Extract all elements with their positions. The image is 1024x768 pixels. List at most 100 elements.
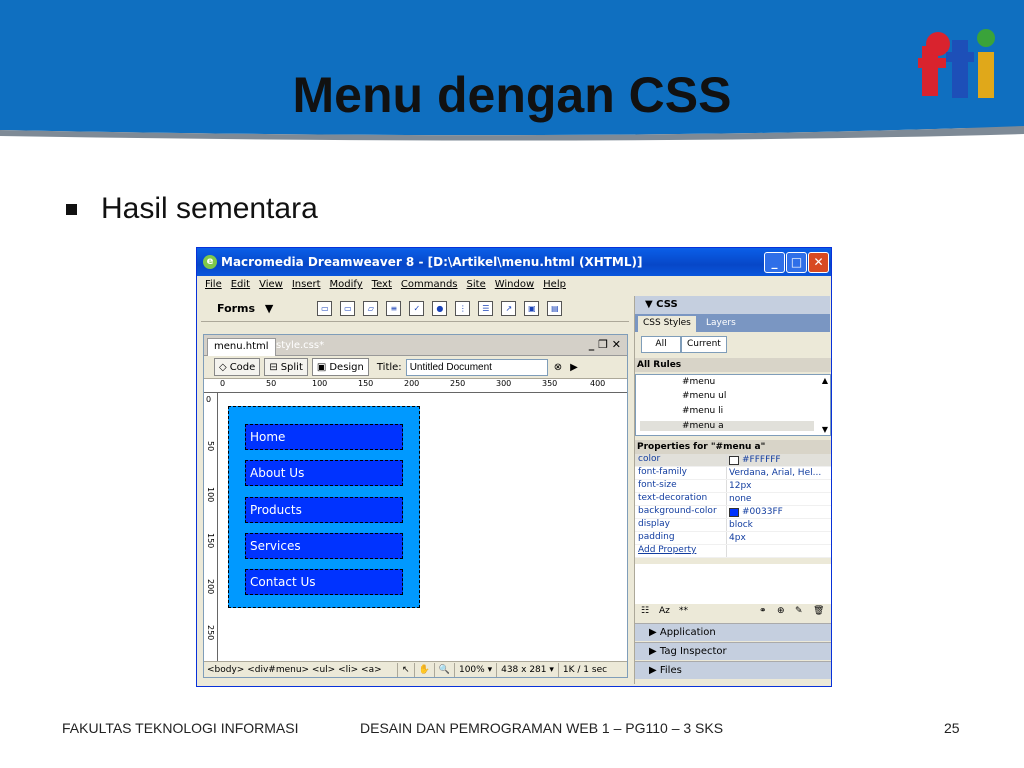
select-tool-icon[interactable]: ↖ bbox=[397, 662, 414, 677]
scroll-down-icon[interactable]: ▼ bbox=[822, 425, 828, 434]
new-css-rule-icon[interactable]: ⊕ bbox=[777, 606, 785, 616]
jump-menu-icon[interactable]: ↗ bbox=[501, 301, 517, 316]
category-view-icon[interactable]: ☷ bbox=[641, 606, 649, 616]
zoom-select[interactable]: 100% ▾ bbox=[453, 662, 496, 677]
preview-icon[interactable]: ▶ bbox=[570, 362, 578, 373]
rule-item-menu-a[interactable]: #menu a bbox=[640, 421, 814, 431]
design-view[interactable]: Home About Us Products Services Contact … bbox=[218, 393, 627, 661]
edit-style-icon[interactable]: ✎ bbox=[795, 606, 803, 616]
maximize-button[interactable]: □ bbox=[786, 252, 807, 273]
radio-group-icon[interactable]: ⋮ bbox=[455, 301, 471, 316]
insert-category-dropdown[interactable]: Forms ▼ bbox=[217, 302, 273, 315]
ruler-mark: 200 bbox=[206, 579, 215, 595]
set-properties-view-icon[interactable]: ** bbox=[679, 606, 688, 616]
css-panel-header[interactable]: ▼ CSS bbox=[635, 296, 830, 314]
hidden-field-icon[interactable]: ▱ bbox=[363, 301, 379, 316]
menu-insert[interactable]: Insert bbox=[292, 279, 321, 290]
rule-item-menu-ul[interactable]: #menu ul bbox=[682, 391, 726, 401]
browser-check-icon[interactable]: ⊗ bbox=[554, 362, 562, 373]
tab-css-styles[interactable]: CSS Styles bbox=[638, 316, 696, 332]
property-row[interactable]: text-decoration none bbox=[635, 493, 831, 506]
add-property-link[interactable]: Add Property bbox=[635, 545, 727, 557]
zoom-tool-icon[interactable]: 🔍 bbox=[433, 662, 454, 677]
properties-empty-area bbox=[635, 564, 831, 604]
attach-stylesheet-icon[interactable]: ⚭ bbox=[759, 606, 767, 616]
current-mode-button[interactable]: Current bbox=[681, 336, 727, 353]
scroll-up-icon[interactable]: ▲ bbox=[822, 376, 828, 385]
menu-container[interactable]: Home About Us Products Services Contact … bbox=[228, 406, 420, 608]
split-view-button[interactable]: ⊟ Split bbox=[264, 358, 308, 376]
hand-tool-icon[interactable]: ✋ bbox=[413, 662, 434, 677]
property-value: Verdana, Arial, Hel... bbox=[729, 468, 822, 478]
property-row[interactable]: font-size 12px bbox=[635, 480, 831, 493]
rule-item-menu[interactable]: #menu bbox=[682, 377, 715, 387]
rule-item-menu-li[interactable]: #menu li bbox=[682, 406, 723, 416]
property-row[interactable]: color #FFFFFF bbox=[635, 454, 831, 467]
ruler-mark: 200 bbox=[404, 379, 420, 388]
menu-file[interactable]: File bbox=[205, 279, 222, 290]
document-title-input[interactable] bbox=[405, 358, 548, 376]
ruler-mark: 150 bbox=[358, 379, 374, 388]
menu-commands[interactable]: Commands bbox=[401, 279, 458, 290]
footer-left: FAKULTAS TEKNOLOGI INFORMASI bbox=[62, 720, 299, 736]
tab-style-css[interactable]: style.css* bbox=[270, 338, 330, 356]
property-row[interactable]: background-color #0033FF bbox=[635, 506, 831, 519]
files-panel-header[interactable]: ▶ Files bbox=[635, 661, 831, 679]
menu-site[interactable]: Site bbox=[467, 279, 486, 290]
menu-item-home[interactable]: Home bbox=[245, 424, 403, 450]
ruler-mark: 50 bbox=[206, 441, 215, 452]
alphabetical-view-icon[interactable]: Az bbox=[659, 606, 670, 616]
all-mode-button[interactable]: All bbox=[641, 336, 681, 353]
menu-item-about-us[interactable]: About Us bbox=[245, 460, 403, 486]
property-row[interactable]: Add Property bbox=[635, 545, 831, 558]
text-field-icon[interactable]: ▭ bbox=[340, 301, 356, 316]
menu-item-services[interactable]: Services bbox=[245, 533, 403, 559]
menu-item-contact-us[interactable]: Contact Us bbox=[245, 569, 403, 595]
tag-selector[interactable]: <body> <div#menu> <ul> <li> <a> bbox=[207, 665, 397, 675]
menu-view[interactable]: View bbox=[259, 279, 283, 290]
property-value: 12px bbox=[729, 481, 752, 491]
application-panel-header[interactable]: ▶ Application bbox=[635, 623, 831, 641]
minimize-button[interactable]: _ bbox=[764, 252, 785, 273]
color-swatch[interactable] bbox=[729, 455, 739, 465]
document-window-controls[interactable]: _ ❐ ✕ bbox=[589, 338, 621, 351]
ruler-mark: 0 bbox=[220, 379, 226, 388]
property-row[interactable]: padding 4px bbox=[635, 532, 831, 545]
bullet-square-icon bbox=[66, 203, 77, 215]
menu-edit[interactable]: Edit bbox=[231, 279, 250, 290]
tag-inspector-panel-header[interactable]: ▶ Tag Inspector bbox=[635, 642, 831, 660]
form-icon[interactable]: ▭ bbox=[317, 301, 333, 316]
tab-layers[interactable]: Layers bbox=[701, 316, 741, 332]
close-button[interactable]: ✕ bbox=[808, 252, 829, 273]
file-field-icon[interactable]: ▤ bbox=[547, 301, 563, 316]
document-toolbar: ◇ Code ⊟ Split ▣ Design Title: ⊗ ▶ bbox=[204, 356, 627, 379]
split-icon: ⊟ bbox=[269, 361, 278, 373]
tab-menu-html[interactable]: menu.html bbox=[207, 338, 276, 356]
radio-button-icon[interactable]: ● bbox=[432, 301, 448, 316]
design-view-button[interactable]: ▣ Design bbox=[311, 358, 369, 376]
menu-text[interactable]: Text bbox=[372, 279, 392, 290]
code-view-button[interactable]: ◇ Code bbox=[214, 358, 261, 376]
menu-item-products[interactable]: Products bbox=[245, 497, 403, 523]
window-size-select[interactable]: 438 x 281 ▾ bbox=[496, 662, 558, 677]
property-value: 4px bbox=[729, 533, 746, 543]
fti-logo bbox=[918, 29, 995, 98]
rules-header: All Rules bbox=[635, 358, 831, 372]
menu-help[interactable]: Help bbox=[543, 279, 566, 290]
ruler-mark: 400 bbox=[590, 379, 606, 388]
delete-icon[interactable]: 🗑 bbox=[813, 606, 824, 616]
window-title: Macromedia Dreamweaver 8 - [D:\Artikel\m… bbox=[221, 255, 643, 269]
ruler-mark: 300 bbox=[496, 379, 512, 388]
window-titlebar[interactable]: e Macromedia Dreamweaver 8 - [D:\Artikel… bbox=[197, 248, 831, 276]
property-row[interactable]: font-family Verdana, Arial, Hel... bbox=[635, 467, 831, 480]
color-swatch[interactable] bbox=[729, 507, 739, 517]
list-menu-icon[interactable]: ☰ bbox=[478, 301, 494, 316]
split-view-label: Split bbox=[280, 361, 303, 373]
menu-modify[interactable]: Modify bbox=[330, 279, 363, 290]
chevron-down-icon: ▼ bbox=[264, 302, 274, 315]
image-field-icon[interactable]: ▣ bbox=[524, 301, 540, 316]
property-row[interactable]: display block bbox=[635, 519, 831, 532]
textarea-icon[interactable]: ≡ bbox=[386, 301, 402, 316]
checkbox-icon[interactable]: ✓ bbox=[409, 301, 425, 316]
menu-window[interactable]: Window bbox=[495, 279, 534, 290]
